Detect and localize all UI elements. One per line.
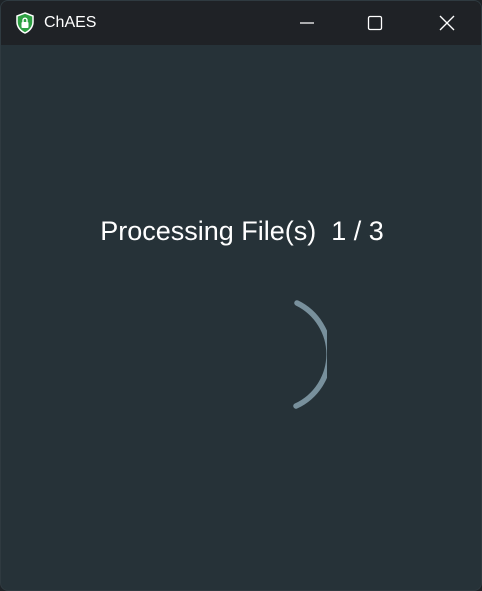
maximize-icon <box>367 15 383 31</box>
minimize-icon <box>300 22 314 24</box>
minimize-button[interactable] <box>282 1 332 45</box>
close-icon <box>439 15 455 31</box>
app-window: ChAES Processing File(s) 1 / 3 <box>0 0 482 591</box>
shield-lock-icon <box>15 12 35 34</box>
progress-counter: 1 / 3 <box>331 216 384 246</box>
status-spacer <box>316 216 331 246</box>
window-title: ChAES <box>44 14 97 31</box>
title-bar[interactable]: ChAES <box>1 1 481 45</box>
status-label: Processing File(s) <box>100 216 317 246</box>
maximize-button[interactable] <box>350 1 400 45</box>
loading-spinner-icon <box>187 292 332 417</box>
processing-status: Processing File(s) 1 / 3 <box>1 211 481 251</box>
close-button[interactable] <box>422 1 472 45</box>
